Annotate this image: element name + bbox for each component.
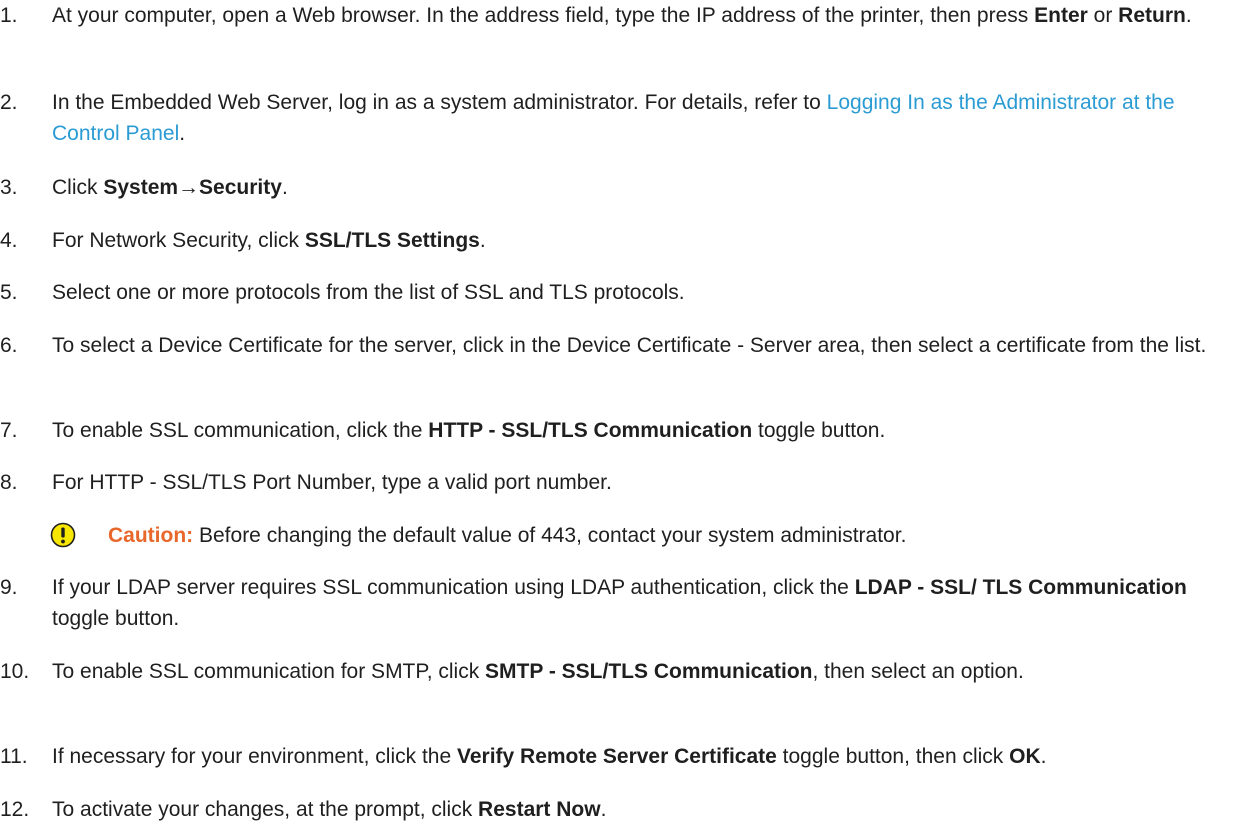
step-text: To enable SSL communication for SMTP, cl… bbox=[52, 660, 1024, 683]
step-7: 7. To enable SSL communication, click th… bbox=[0, 415, 1245, 446]
step-number: 11. bbox=[0, 745, 28, 768]
step-8: 8. For HTTP - SSL/TLS Port Number, type … bbox=[0, 467, 1245, 498]
bold-term-http-ssl-tls: HTTP - SSL/TLS Communication bbox=[428, 419, 753, 442]
step-number: 7. bbox=[0, 419, 18, 442]
caution-text: Caution: Before changing the default val… bbox=[108, 524, 907, 547]
step-text: For Network Security, click SSL/TLS Sett… bbox=[52, 229, 486, 252]
step-9: 9. If your LDAP server requires SSL comm… bbox=[0, 572, 1245, 634]
step-number: 6. bbox=[0, 334, 18, 357]
caution-exclamation-icon bbox=[50, 522, 76, 548]
step-number: 9. bbox=[0, 576, 18, 599]
step-text: If your LDAP server requires SSL communi… bbox=[52, 576, 1187, 630]
bold-term-restart-now: Restart Now bbox=[478, 798, 601, 821]
step-text: To select a Device Certificate for the s… bbox=[52, 334, 1207, 357]
step-text: If necessary for your environment, click… bbox=[52, 745, 1047, 768]
step-12: 12. To activate your changes, at the pro… bbox=[0, 794, 1245, 825]
step-number: 10. bbox=[0, 660, 30, 683]
step-text: Select one or more protocols from the li… bbox=[52, 281, 685, 304]
bold-term-return: Return bbox=[1118, 4, 1186, 27]
step-number: 12. bbox=[0, 798, 30, 821]
step-number: 8. bbox=[0, 471, 18, 494]
bold-term-ssl-tls-settings: SSL/TLS Settings bbox=[304, 229, 480, 252]
step-text: For HTTP - SSL/TLS Port Number, type a v… bbox=[52, 471, 612, 494]
step-6: 6. To select a Device Certificate for th… bbox=[0, 330, 1245, 361]
bold-term-system-security: System→Security bbox=[103, 176, 282, 199]
step-text: At your computer, open a Web browser. In… bbox=[52, 4, 1192, 27]
step-text: In the Embedded Web Server, log in as a … bbox=[52, 91, 1175, 145]
caution-label: Caution: bbox=[108, 524, 194, 547]
step-3: 3. Click System→Security. bbox=[0, 172, 1245, 203]
step-1: 1. At your computer, open a Web browser.… bbox=[0, 0, 1245, 31]
step-number: 2. bbox=[0, 91, 18, 114]
step-number: 4. bbox=[0, 229, 18, 252]
step-11: 11. If necessary for your environment, c… bbox=[0, 741, 1245, 772]
step-2: 2. In the Embedded Web Server, log in as… bbox=[0, 87, 1245, 149]
bold-term-enter: Enter bbox=[1034, 4, 1088, 27]
bold-term-ldap-ssl-tls: LDAP - SSL/ TLS Communication bbox=[854, 576, 1187, 599]
step-5: 5. Select one or more protocols from the… bbox=[0, 277, 1245, 308]
caution-note: Caution: Before changing the default val… bbox=[50, 520, 1240, 551]
step-4: 4. For Network Security, click SSL/TLS S… bbox=[0, 225, 1245, 256]
step-number: 5. bbox=[0, 281, 18, 304]
bold-term-ok: OK bbox=[1009, 745, 1041, 768]
bold-term-smtp-ssl-tls: SMTP - SSL/TLS Communication bbox=[485, 660, 813, 683]
step-text: To activate your changes, at the prompt,… bbox=[52, 798, 607, 821]
step-text: Click System→Security. bbox=[52, 176, 288, 199]
step-text: To enable SSL communication, click the H… bbox=[52, 419, 886, 442]
step-10: 10. To enable SSL communication for SMTP… bbox=[0, 656, 1245, 687]
step-number: 1. bbox=[0, 4, 18, 27]
bold-term-verify-remote-cert: Verify Remote Server Certificate bbox=[457, 745, 777, 768]
step-number: 3. bbox=[0, 176, 18, 199]
